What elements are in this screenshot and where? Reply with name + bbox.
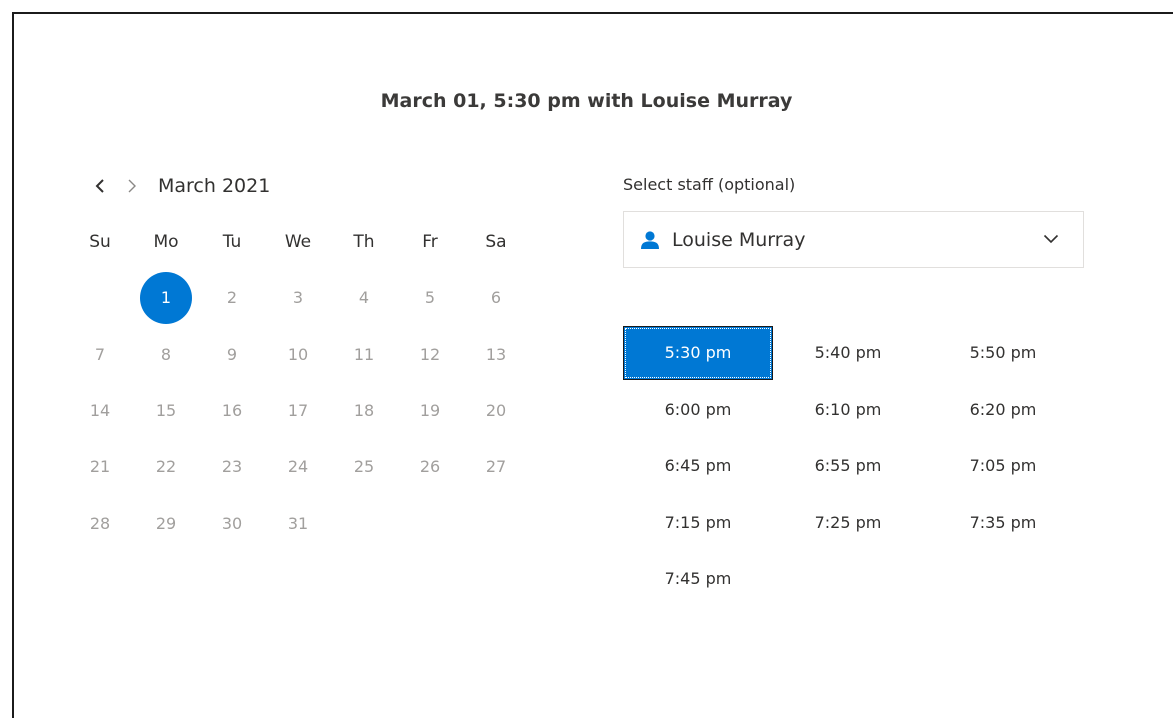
time-slot-label: 7:45 pm [664, 569, 732, 588]
time-slot[interactable]: 7:05 pm [928, 439, 1083, 496]
staff-select-label: Select staff (optional) [623, 175, 796, 194]
calendar-day: 2 [226, 288, 238, 307]
time-slot-label: 5:40 pm [814, 343, 882, 362]
time-slot[interactable]: 6:55 pm [773, 439, 928, 496]
calendar-day: 31 [287, 514, 309, 533]
calendar-week: 21 22 23 24 25 26 27 [67, 440, 529, 494]
next-month-button[interactable] [116, 170, 148, 202]
calendar-day: 14 [89, 401, 111, 420]
calendar-week: 7 8 9 10 11 12 13 [67, 328, 529, 382]
weekday-label: Su [89, 232, 111, 252]
time-slot[interactable]: 7:15 pm [623, 496, 773, 553]
time-slot[interactable]: 6:45 pm [623, 439, 773, 496]
time-slot-label: 6:00 pm [664, 399, 732, 419]
time-slot-label: 6:55 pm [814, 456, 882, 475]
calendar-day: 16 [221, 401, 243, 420]
calendar-day-selected[interactable]: 1 [133, 271, 199, 325]
calendar-day: 22 [155, 457, 177, 476]
calendar-day: 18 [353, 401, 375, 420]
weekday-label: We [284, 232, 312, 252]
time-slot-label: 6:10 pm [814, 399, 882, 419]
selected-staff-name: Louise Murray [672, 228, 806, 251]
calendar-day-number: 1 [160, 288, 172, 307]
time-slot-label: 6:20 pm [969, 399, 1037, 419]
calendar-day: 13 [485, 345, 507, 364]
calendar-day: 21 [89, 457, 111, 476]
calendar-day-empty [67, 271, 133, 325]
calendar-day: 8 [160, 345, 172, 364]
weekday-label: Th [353, 232, 375, 252]
calendar-day: 17 [287, 401, 309, 420]
prev-month-button[interactable] [84, 170, 116, 202]
time-slot-label: 6:45 pm [664, 456, 732, 475]
time-slot-label: 5:30 pm [623, 326, 773, 380]
calendar-day: 5 [424, 288, 436, 307]
calendar-day: 10 [287, 345, 309, 364]
staff-dropdown[interactable]: Louise Murray [623, 211, 1084, 268]
calendar-day-empty [463, 497, 529, 551]
time-slot[interactable]: 5:40 pm [773, 326, 928, 383]
calendar-day: 20 [485, 401, 507, 420]
calendar-day: 29 [155, 514, 177, 533]
calendar-day: 25 [353, 457, 375, 476]
calendar-day: 11 [353, 345, 375, 364]
time-slot[interactable]: 7:35 pm [928, 496, 1083, 553]
time-slot-label: 5:50 pm [969, 343, 1037, 362]
time-slot-label: 7:15 pm [664, 512, 732, 532]
time-slot[interactable]: 6:10 pm [773, 383, 928, 440]
chevron-down-icon [1043, 234, 1059, 244]
chevron-right-icon [128, 179, 136, 193]
weekday-label: Fr [422, 232, 438, 252]
time-slot-label: 7:35 pm [969, 512, 1037, 532]
calendar-week: 28 29 30 31 [67, 497, 529, 551]
calendar-week: 1 2 3 4 5 6 [67, 271, 529, 325]
time-slot[interactable]: 7:25 pm [773, 496, 928, 553]
time-slot-label: 7:05 pm [969, 456, 1037, 475]
calendar-day: 12 [419, 345, 441, 364]
time-slot-selected[interactable]: 5:30 pm [623, 326, 773, 383]
calendar-day: 4 [358, 288, 370, 307]
calendar-day-empty [397, 497, 463, 551]
weekday-label: Mo [153, 232, 179, 252]
calendar-day: 9 [226, 345, 238, 364]
calendar-day: 15 [155, 401, 177, 420]
calendar-day: 3 [292, 288, 304, 307]
calendar-day: 30 [221, 514, 243, 533]
calendar-day: 27 [485, 457, 507, 476]
person-icon [641, 230, 659, 249]
calendar-day: 26 [419, 457, 441, 476]
time-slot-grid: 5:30 pm 5:40 pm 5:50 pm 6:00 pm 6:10 pm … [623, 326, 1083, 609]
calendar-day: 19 [419, 401, 441, 420]
calendar-day: 24 [287, 457, 309, 476]
calendar-week: 14 15 16 17 18 19 20 [67, 384, 529, 438]
weekday-label: Sa [485, 232, 507, 252]
booking-summary-title: March 01, 5:30 pm with Louise Murray [380, 90, 793, 112]
month-label: March 2021 [158, 175, 271, 197]
calendar-day: 28 [89, 514, 111, 533]
calendar-day: 23 [221, 457, 243, 476]
calendar-day: 7 [94, 345, 106, 364]
weekday-label: Tu [222, 232, 242, 252]
calendar-header: March 2021 [84, 170, 270, 202]
time-slot[interactable]: 7:45 pm [623, 552, 773, 609]
time-slot-label: 7:25 pm [814, 512, 882, 532]
time-slot[interactable]: 5:50 pm [928, 326, 1083, 383]
time-slot[interactable]: 6:00 pm [623, 383, 773, 440]
calendar-day-empty [331, 497, 397, 551]
calendar-day: 6 [490, 288, 502, 307]
time-slot[interactable]: 6:20 pm [928, 383, 1083, 440]
chevron-left-icon [95, 179, 104, 193]
weekday-header: Su Mo Tu We Th Fr Sa [67, 228, 529, 256]
